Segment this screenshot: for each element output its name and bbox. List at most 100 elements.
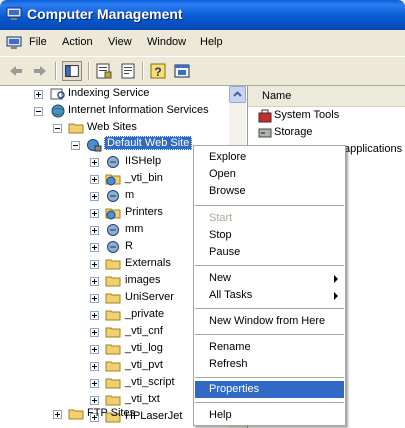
window-title: Computer Management <box>27 6 183 22</box>
console-pane-icon[interactable] <box>172 61 192 81</box>
expand-toggle[interactable] <box>90 328 99 337</box>
menu-item-start: Start <box>209 212 233 224</box>
menu-item-explore[interactable]: Explore <box>195 149 344 166</box>
expand-toggle[interactable] <box>90 362 99 371</box>
context-menu: Explore Open Browse Start Stop Pause New… <box>193 145 346 426</box>
tree-label: UniServer <box>125 291 174 303</box>
menu-bar: File Action View Window Help <box>0 30 405 56</box>
storage-icon <box>258 128 272 138</box>
tree-label: images <box>125 274 161 286</box>
expand-toggle[interactable] <box>90 294 99 303</box>
expand-toggle[interactable] <box>90 396 99 405</box>
expand-toggle[interactable] <box>90 277 99 286</box>
menu-item-help[interactable]: Help <box>195 407 344 424</box>
globe-folder-icon <box>105 208 121 220</box>
virtual-directory-icon <box>107 241 119 253</box>
menu-item-new[interactable]: New <box>195 270 344 287</box>
folder-icon <box>68 409 84 420</box>
expand-toggle[interactable] <box>90 175 99 184</box>
tree-label: Indexing Service <box>68 87 150 99</box>
folder-icon <box>105 276 121 287</box>
expand-toggle[interactable] <box>90 260 99 269</box>
tree-label: _vti_script <box>125 376 175 388</box>
list-item[interactable]: System Tools <box>258 108 398 124</box>
tree-label: m <box>125 189 135 201</box>
column-header-name[interactable]: Name <box>248 86 405 107</box>
tree-label-selected: Default Web Site <box>104 136 193 150</box>
system-menu-icon[interactable] <box>6 36 22 50</box>
tree-item-web-sites[interactable]: Web Sites <box>0 120 229 136</box>
expand-toggle[interactable] <box>90 226 99 235</box>
menu-item-stop[interactable]: Stop <box>195 227 344 244</box>
menu-separator <box>195 334 344 335</box>
menu-item-refresh[interactable]: Refresh <box>195 356 344 373</box>
submenu-arrow-icon <box>334 275 338 283</box>
expand-toggle[interactable] <box>90 311 99 320</box>
expand-toggle[interactable] <box>90 243 99 252</box>
menu-file[interactable]: File <box>29 36 47 48</box>
tree-label: FTP Sites <box>87 407 136 419</box>
iis-globe-icon <box>51 104 65 118</box>
menu-item-open[interactable]: Open <box>195 166 344 183</box>
expand-toggle[interactable] <box>90 192 99 201</box>
help-icon[interactable]: ? <box>148 61 168 81</box>
folder-icon <box>68 123 84 134</box>
menu-item-all-tasks[interactable]: All Tasks <box>195 287 344 304</box>
tree-item-iis[interactable]: Internet Information Services <box>0 103 229 119</box>
show-hide-tree-icon[interactable] <box>62 61 82 81</box>
menu-action[interactable]: Action <box>62 36 93 48</box>
folder-icon <box>105 344 121 355</box>
website-globe-icon <box>87 139 102 152</box>
tree-label: R <box>125 240 133 252</box>
list-item[interactable]: Storage <box>258 125 398 141</box>
collapse-toggle[interactable] <box>34 107 43 116</box>
system-tools-icon <box>258 109 272 123</box>
menu-separator <box>195 205 344 206</box>
folder-icon <box>105 293 121 304</box>
properties-icon[interactable] <box>94 61 114 81</box>
tree-label: Printers <box>125 206 163 218</box>
tree-label: _vti_cnf <box>125 325 163 337</box>
expand-toggle[interactable] <box>90 209 99 218</box>
toolbar: ? <box>0 56 405 86</box>
expand-toggle[interactable] <box>90 158 99 167</box>
menu-item-pause[interactable]: Pause <box>195 244 344 261</box>
menu-separator <box>195 377 344 378</box>
tree-label: _vti_txt <box>125 393 160 405</box>
tree-label: _vti_log <box>125 342 163 354</box>
tree-label: Internet Information Services <box>68 104 209 116</box>
folder-icon <box>105 378 121 389</box>
tree-label: mm <box>125 223 144 235</box>
export-list-icon[interactable] <box>118 61 138 81</box>
virtual-directory-icon <box>107 156 119 168</box>
expand-toggle[interactable] <box>90 345 99 354</box>
menu-item-rename[interactable]: Rename <box>195 339 344 356</box>
folder-icon <box>105 395 121 406</box>
back-arrow-icon[interactable] <box>6 61 26 81</box>
forward-arrow-icon[interactable] <box>30 61 50 81</box>
menu-separator <box>195 308 344 309</box>
scroll-up-button[interactable] <box>229 86 246 103</box>
expand-toggle[interactable] <box>90 379 99 388</box>
menu-item-browse[interactable]: Browse <box>195 183 344 200</box>
collapse-toggle[interactable] <box>71 141 80 150</box>
tree-label: Web Sites <box>87 121 137 133</box>
tree-label: _private <box>125 308 165 320</box>
tree-label: _vti_bin <box>125 172 163 184</box>
collapse-toggle[interactable] <box>53 124 62 133</box>
menu-window[interactable]: Window <box>147 36 186 48</box>
menu-item-properties[interactable]: Properties <box>195 381 344 398</box>
menu-item-new-window[interactable]: New Window from Here <box>195 313 344 330</box>
expand-toggle[interactable] <box>34 90 43 99</box>
menu-view[interactable]: View <box>108 36 132 48</box>
virtual-directory-icon <box>107 224 119 236</box>
tree-item-indexing-service[interactable]: Indexing Service <box>0 86 229 102</box>
tree-label: IISHelp <box>125 155 162 167</box>
virtual-directory-icon <box>107 190 119 202</box>
folder-icon <box>105 259 121 270</box>
expand-toggle[interactable] <box>53 410 62 419</box>
menu-help[interactable]: Help <box>200 36 223 48</box>
title-bar[interactable]: Computer Management <box>0 0 405 30</box>
folder-icon <box>105 327 121 338</box>
folder-icon <box>105 361 121 372</box>
